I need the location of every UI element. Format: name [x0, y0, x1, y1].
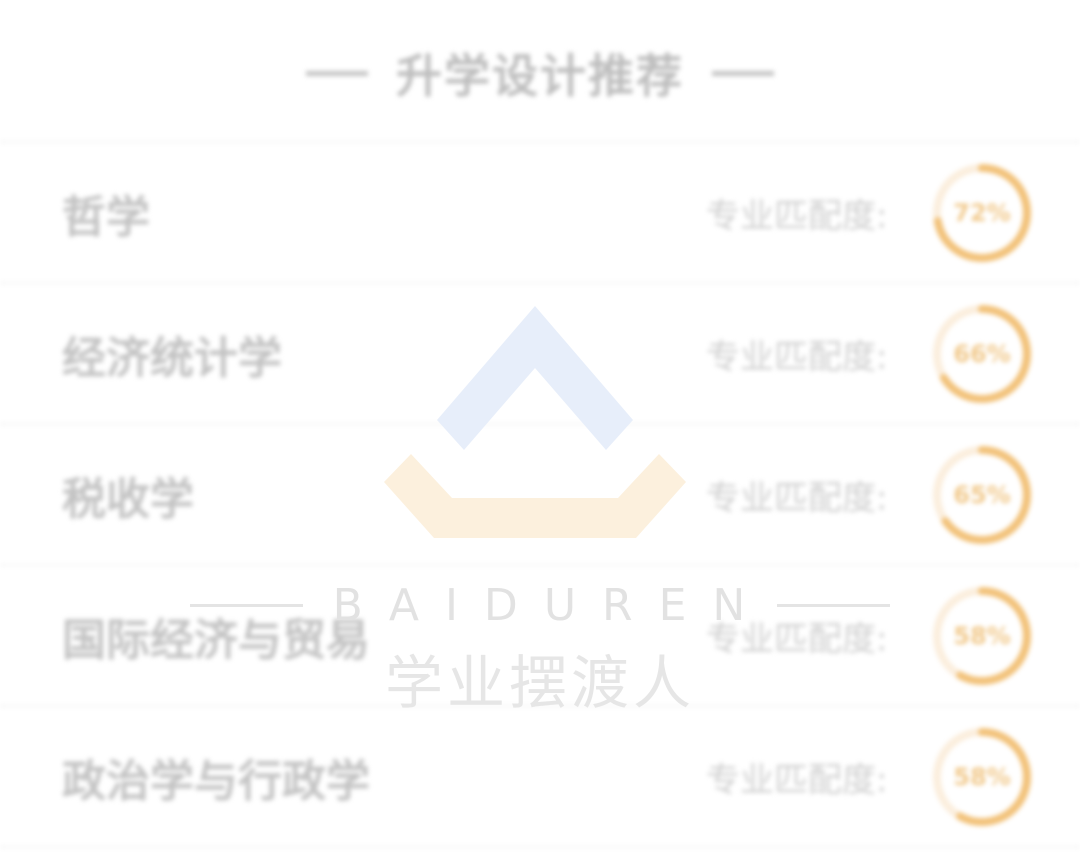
major-name: 政治学与行政学 [62, 755, 370, 807]
recommendation-list: 哲学 专业匹配度: 72% 经济统计学 专业匹配度: 66% 税收学 专业匹配度… [0, 141, 1080, 846]
match-gauge: 65% [930, 443, 1034, 547]
list-item[interactable]: 政治学与行政学 专业匹配度: 58% [0, 705, 1080, 846]
blurred-content: 升学设计推荐 哲学 专业匹配度: 72% 经济统计学 专业匹配度: 66% 税收… [0, 0, 1080, 864]
match-percent: 65% [953, 480, 1011, 509]
match-label: 专业匹配度: [706, 478, 888, 518]
match-gauge: 66% [930, 302, 1034, 406]
match-gauge: 72% [930, 161, 1034, 265]
match-label: 专业匹配度: [706, 196, 888, 236]
match-gauge: 58% [930, 584, 1034, 688]
match-label: 专业匹配度: [706, 760, 888, 800]
header-left-dash [306, 70, 368, 76]
match-percent: 58% [953, 621, 1011, 650]
list-item[interactable]: 国际经济与贸易 专业匹配度: 58% [0, 564, 1080, 705]
major-name: 哲学 [62, 191, 150, 243]
list-item[interactable]: 哲学 专业匹配度: 72% [0, 141, 1080, 282]
divider [0, 846, 1080, 848]
match-label: 专业匹配度: [706, 619, 888, 659]
major-name: 经济统计学 [62, 332, 282, 384]
header-right-dash [712, 70, 774, 76]
major-name: 税收学 [62, 473, 194, 525]
major-name: 国际经济与贸易 [62, 614, 370, 666]
page: 升学设计推荐 哲学 专业匹配度: 72% 经济统计学 专业匹配度: 66% 税收… [0, 0, 1080, 864]
section-header: 升学设计推荐 [0, 38, 1080, 108]
match-gauge: 58% [930, 725, 1034, 829]
match-percent: 72% [953, 198, 1011, 227]
match-label: 专业匹配度: [706, 337, 888, 377]
section-title: 升学设计推荐 [396, 49, 684, 103]
match-percent: 66% [953, 339, 1011, 368]
list-item[interactable]: 税收学 专业匹配度: 65% [0, 423, 1080, 564]
match-percent: 58% [953, 762, 1011, 791]
list-item[interactable]: 经济统计学 专业匹配度: 66% [0, 282, 1080, 423]
